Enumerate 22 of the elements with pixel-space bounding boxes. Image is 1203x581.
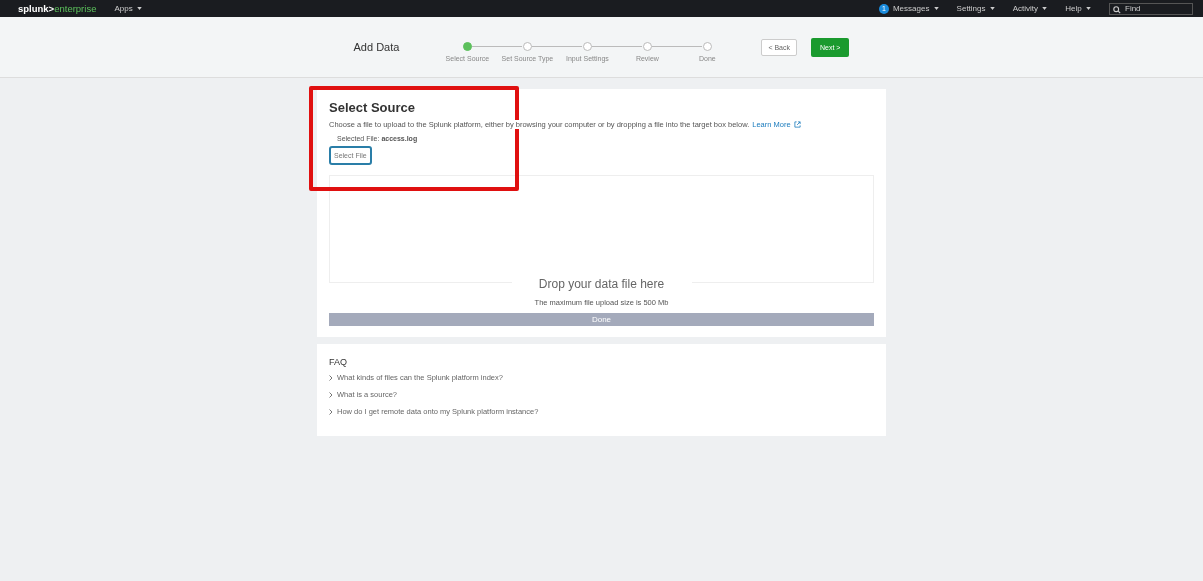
- search-field[interactable]: Find: [1109, 2, 1193, 15]
- drop-heading: Drop your data file here: [511, 277, 692, 291]
- progress-fill: Done: [329, 313, 874, 326]
- nav-menu[interactable]: Help: [1065, 4, 1091, 13]
- apps-menu[interactable]: Apps: [114, 4, 142, 13]
- nav-menu[interactable]: Settings: [956, 4, 995, 13]
- nav-menu[interactable]: Activity: [1012, 4, 1048, 13]
- section-title: Select Source: [329, 100, 416, 115]
- caret-icon: [136, 7, 142, 11]
- chevron-icon: [329, 408, 333, 415]
- caret-icon: [933, 7, 939, 11]
- external-link-icon: [793, 121, 801, 128]
- page-title: Add Data: [353, 41, 400, 53]
- caret-icon: [1042, 7, 1048, 11]
- caret-icon: [1086, 7, 1091, 11]
- chevron-icon: [329, 374, 333, 381]
- nav-menu[interactable]: Messages: [892, 4, 939, 13]
- search-icon: [1113, 5, 1121, 14]
- faq-title: FAQ: [329, 357, 348, 367]
- chevron-icon: [329, 391, 333, 398]
- caret-icon: [989, 7, 995, 11]
- splunk-logo[interactable]: splunk>enterprise: [18, 3, 97, 14]
